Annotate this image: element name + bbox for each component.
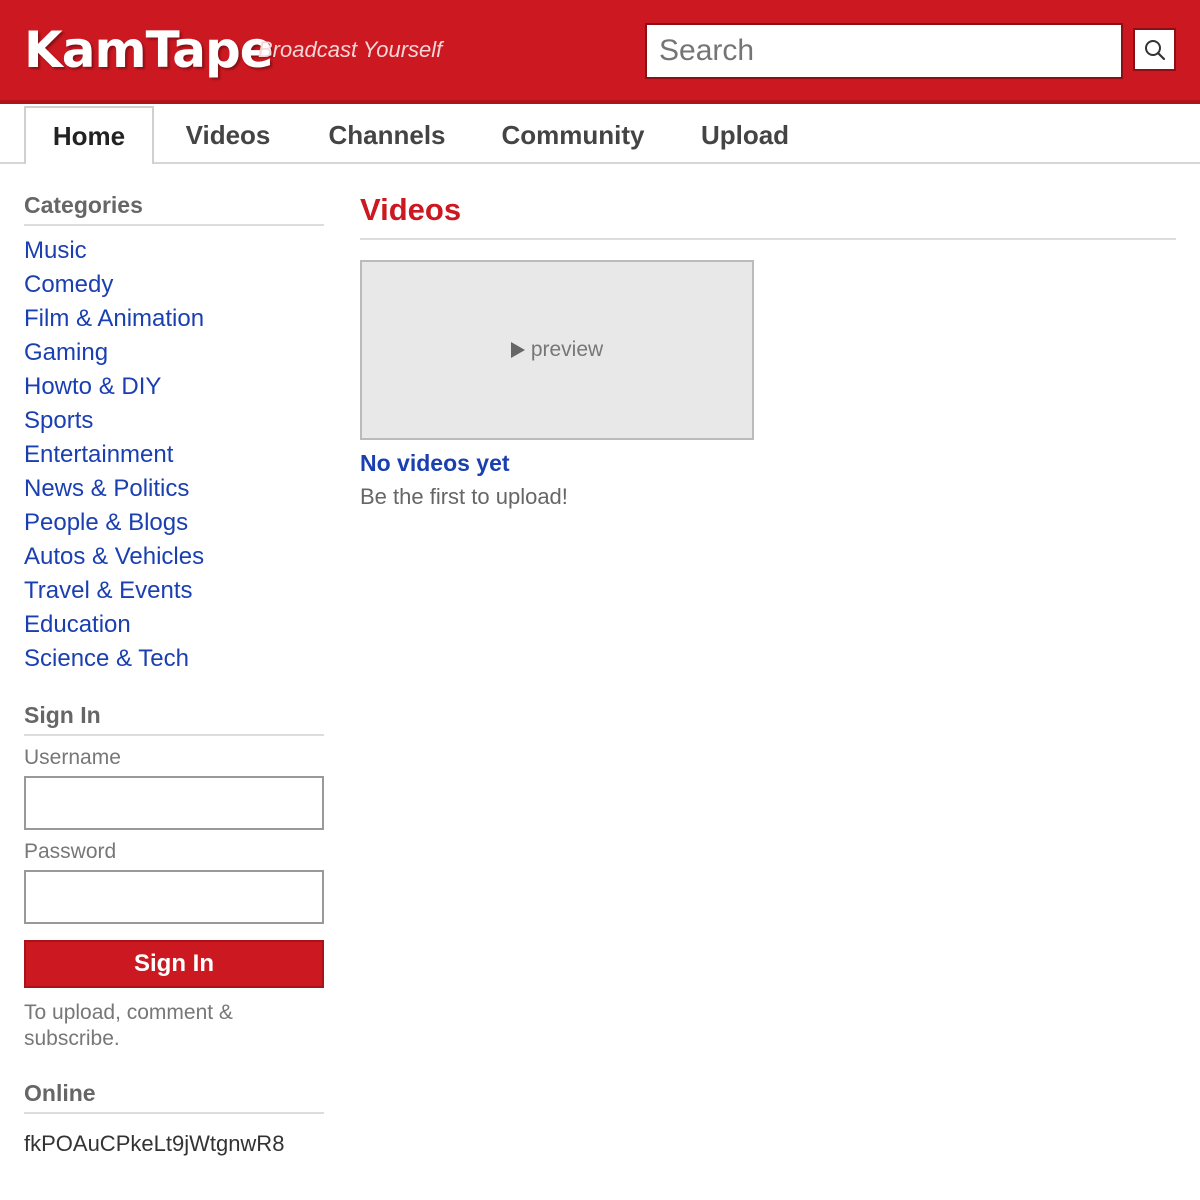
video-subtitle: Be the first to upload! (360, 484, 568, 509)
tab-upload[interactable]: Upload (690, 106, 800, 164)
video-thumbnail[interactable]: preview (360, 260, 754, 440)
search-icon (1144, 39, 1165, 60)
list-item: Comedy (24, 268, 324, 302)
online-panel: Online fkPOAuCPkeLt9jWtgnwR8 (24, 1078, 324, 1158)
tab-videos[interactable]: Videos (172, 106, 284, 164)
play-icon (510, 342, 525, 358)
signin-heading: Sign In (24, 700, 324, 736)
categories-heading: Categories (24, 190, 324, 226)
video-title-link[interactable]: No videos yet (360, 448, 1176, 478)
list-item: Education (24, 608, 324, 642)
category-link-howto-diy[interactable]: Howto & DIY (24, 373, 161, 400)
list-item: Science & Tech (24, 642, 324, 676)
search-button[interactable] (1133, 28, 1176, 71)
online-user: fkPOAuCPkeLt9jWtgnwR8 (24, 1131, 285, 1156)
search-input[interactable] (645, 23, 1123, 79)
thumbnail-preview-text: preview (530, 338, 604, 361)
category-link-travel-events[interactable]: Travel & Events (24, 577, 193, 604)
username-label: Username (24, 746, 121, 769)
thumbnail-label: preview (510, 338, 604, 362)
list-item: Music (24, 234, 324, 268)
category-link-science-tech[interactable]: Science & Tech (24, 645, 189, 672)
signin-panel: Sign In Username Password Sign In To upl… (24, 700, 324, 1052)
category-link-people-blogs[interactable]: People & Blogs (24, 509, 188, 536)
list-item: Entertainment (24, 438, 324, 472)
list-item: People & Blogs (24, 506, 324, 540)
tab-home[interactable]: Home (24, 106, 154, 164)
category-link-education[interactable]: Education (24, 611, 131, 638)
main-nav: Home Videos Channels Community Upload (0, 104, 1200, 164)
list-item: Sports (24, 404, 324, 438)
list-item: Gaming (24, 336, 324, 370)
list-item: Howto & DIY (24, 370, 324, 404)
category-link-news-politics[interactable]: News & Politics (24, 475, 189, 502)
category-link-autos-vehicles[interactable]: Autos & Vehicles (24, 543, 204, 570)
password-field[interactable] (24, 870, 324, 924)
category-link-gaming[interactable]: Gaming (24, 339, 108, 366)
signin-note: To upload, comment & subscribe. (24, 1001, 233, 1050)
username-field[interactable] (24, 776, 324, 830)
page-title: Videos (360, 190, 1176, 240)
main-content: Videos preview No videos yet Be the firs… (360, 190, 1176, 512)
list-item: Travel & Events (24, 574, 324, 608)
sidebar-categories: Categories Music Comedy Film & Animation… (24, 190, 324, 676)
signin-button[interactable]: Sign In (24, 940, 324, 988)
site-logo[interactable]: KamTape (24, 20, 274, 80)
online-heading: Online (24, 1078, 324, 1114)
category-link-entertainment[interactable]: Entertainment (24, 441, 173, 468)
category-link-film-animation[interactable]: Film & Animation (24, 305, 204, 332)
list-item: Autos & Vehicles (24, 540, 324, 574)
password-label: Password (24, 840, 117, 863)
site-tagline: Broadcast Yourself (258, 37, 443, 62)
category-list: Music Comedy Film & Animation Gaming How… (24, 234, 324, 676)
tab-channels[interactable]: Channels (316, 106, 458, 164)
category-link-comedy[interactable]: Comedy (24, 271, 113, 298)
site-header: KamTape Broadcast Yourself (0, 0, 1200, 104)
category-link-music[interactable]: Music (24, 237, 87, 264)
list-item: News & Politics (24, 472, 324, 506)
tab-community[interactable]: Community (490, 106, 656, 164)
list-item: Film & Animation (24, 302, 324, 336)
category-link-sports[interactable]: Sports (24, 407, 93, 434)
